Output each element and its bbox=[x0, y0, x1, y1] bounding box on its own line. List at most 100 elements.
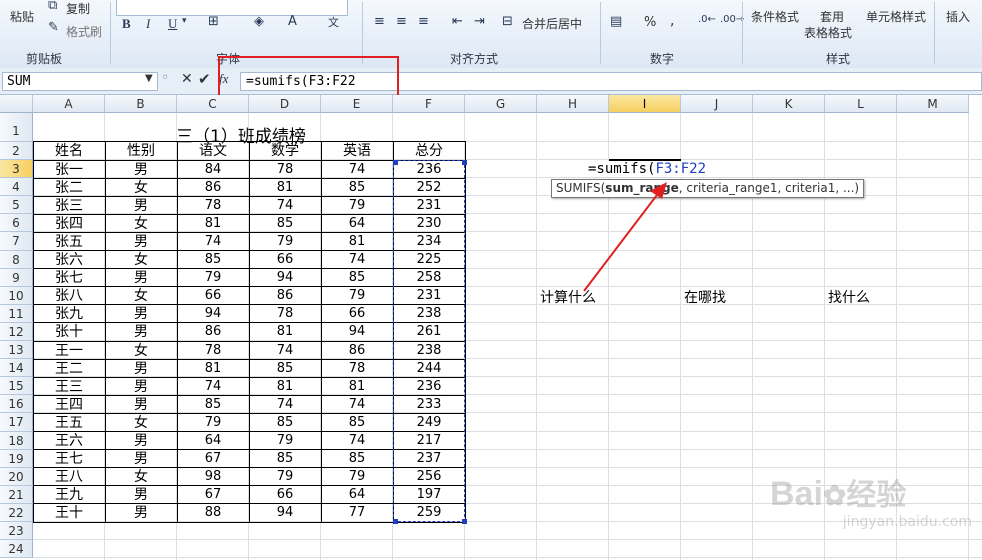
table-cell[interactable]: 男 bbox=[105, 360, 177, 378]
row-header-12[interactable]: 12 bbox=[0, 322, 33, 342]
table-cell[interactable]: 男 bbox=[105, 396, 177, 414]
table-cell[interactable]: 85 bbox=[249, 450, 321, 468]
phonetic-icon[interactable]: 文 bbox=[328, 14, 339, 30]
align-right-icon[interactable]: ≡ bbox=[418, 14, 429, 29]
enter-check-icon[interactable]: ✔ bbox=[198, 70, 211, 88]
paste-button[interactable]: 粘贴 bbox=[10, 8, 34, 25]
table-cell[interactable]: 王三 bbox=[33, 378, 105, 396]
bold-button[interactable]: B bbox=[122, 16, 131, 32]
table-cell[interactable]: 94 bbox=[249, 504, 321, 522]
table-cell[interactable]: 85 bbox=[321, 450, 393, 468]
table-cell[interactable]: 79 bbox=[249, 432, 321, 450]
row-header-1[interactable]: 1 bbox=[0, 113, 33, 142]
table-cell[interactable]: 女 bbox=[105, 215, 177, 233]
selection-handle[interactable] bbox=[393, 518, 398, 524]
insert-button[interactable]: 插入 bbox=[946, 8, 970, 25]
row-header-20[interactable]: 20 bbox=[0, 467, 33, 486]
row-header-16[interactable]: 16 bbox=[0, 395, 33, 414]
column-header-d[interactable]: D bbox=[249, 95, 321, 113]
table-cell[interactable]: 男 bbox=[105, 450, 177, 468]
table-cell[interactable]: 74 bbox=[177, 233, 249, 251]
cell-style-button[interactable]: 单元格样式 bbox=[866, 8, 926, 25]
table-header-cell[interactable]: 总分 bbox=[393, 142, 465, 160]
table-cell[interactable]: 81 bbox=[177, 360, 249, 378]
table-header-cell[interactable]: 语文 bbox=[177, 142, 249, 160]
table-cell[interactable]: 女 bbox=[105, 342, 177, 360]
column-header-b[interactable]: B bbox=[105, 95, 177, 113]
column-header-j[interactable]: J bbox=[681, 95, 753, 113]
column-header-e[interactable]: E bbox=[321, 95, 393, 113]
name-box[interactable]: SUM bbox=[2, 72, 158, 91]
table-cell[interactable]: 66 bbox=[249, 486, 321, 504]
row-header-3[interactable]: 3 bbox=[0, 160, 33, 179]
percent-button[interactable]: % bbox=[644, 15, 656, 30]
font-color-icon[interactable]: A bbox=[288, 14, 297, 29]
table-cell[interactable]: 74 bbox=[177, 378, 249, 396]
table-cell[interactable]: 81 bbox=[321, 378, 393, 396]
table-cell[interactable]: 张一 bbox=[33, 161, 105, 179]
merge-center-button[interactable]: 合并后居中 bbox=[522, 15, 582, 32]
table-cell[interactable]: 王七 bbox=[33, 450, 105, 468]
table-cell[interactable]: 79 bbox=[177, 414, 249, 432]
cancel-icon[interactable]: ✕ bbox=[181, 71, 193, 87]
row-header-10[interactable]: 10 bbox=[0, 286, 33, 305]
table-cell[interactable]: 81 bbox=[321, 233, 393, 251]
row-header-19[interactable]: 19 bbox=[0, 449, 33, 468]
table-cell[interactable]: 张十 bbox=[33, 323, 105, 341]
table-cell[interactable]: 女 bbox=[105, 287, 177, 305]
comma-button[interactable]: , bbox=[670, 13, 674, 29]
row-header-23[interactable]: 23 bbox=[0, 522, 33, 541]
table-cell[interactable]: 78 bbox=[177, 197, 249, 215]
table-cell[interactable]: 85 bbox=[321, 414, 393, 432]
column-header-h[interactable]: H bbox=[537, 95, 609, 113]
table-cell[interactable]: 86 bbox=[321, 342, 393, 360]
table-cell[interactable]: 王十 bbox=[33, 504, 105, 522]
table-cell[interactable]: 74 bbox=[321, 432, 393, 450]
table-cell[interactable]: 王二 bbox=[33, 360, 105, 378]
row-header-21[interactable]: 21 bbox=[0, 485, 33, 504]
table-cell[interactable]: 94 bbox=[177, 305, 249, 323]
selection-handle[interactable] bbox=[393, 159, 398, 165]
table-cell[interactable]: 85 bbox=[177, 251, 249, 269]
row-header-14[interactable]: 14 bbox=[0, 359, 33, 378]
table-cell[interactable]: 张八 bbox=[33, 287, 105, 305]
column-header-c[interactable]: C bbox=[177, 95, 249, 113]
table-cell[interactable]: 张九 bbox=[33, 305, 105, 323]
table-cell[interactable]: 王一 bbox=[33, 342, 105, 360]
row-header-17[interactable]: 17 bbox=[0, 413, 33, 432]
row-header-2[interactable]: 2 bbox=[0, 141, 33, 161]
increase-decimal-icon[interactable]: .0← bbox=[698, 14, 716, 25]
table-cell[interactable]: 81 bbox=[249, 378, 321, 396]
table-header-cell[interactable]: 英语 bbox=[321, 142, 393, 160]
table-cell[interactable]: 男 bbox=[105, 378, 177, 396]
table-cell[interactable]: 男 bbox=[105, 233, 177, 251]
table-cell[interactable]: 98 bbox=[177, 468, 249, 486]
table-cell[interactable]: 女 bbox=[105, 251, 177, 269]
table-cell[interactable]: 74 bbox=[321, 396, 393, 414]
column-header-m[interactable]: M bbox=[897, 95, 969, 113]
table-cell[interactable]: 86 bbox=[249, 287, 321, 305]
tooltip-current-arg[interactable]: sum_range bbox=[605, 181, 678, 195]
row-header-11[interactable]: 11 bbox=[0, 304, 33, 323]
table-cell[interactable]: 女 bbox=[105, 179, 177, 197]
table-cell[interactable]: 78 bbox=[177, 342, 249, 360]
selection-handle[interactable] bbox=[462, 518, 467, 524]
copy-button[interactable]: 复制 bbox=[66, 0, 90, 17]
row-header-4[interactable]: 4 bbox=[0, 178, 33, 197]
table-cell[interactable]: 94 bbox=[321, 323, 393, 341]
table-cell[interactable]: 张六 bbox=[33, 251, 105, 269]
table-cell[interactable]: 王四 bbox=[33, 396, 105, 414]
table-cell[interactable]: 66 bbox=[177, 287, 249, 305]
table-cell[interactable]: 85 bbox=[249, 360, 321, 378]
table-cell[interactable]: 64 bbox=[321, 486, 393, 504]
table-cell[interactable]: 张三 bbox=[33, 197, 105, 215]
table-cell[interactable]: 81 bbox=[249, 323, 321, 341]
selection-handle[interactable] bbox=[462, 159, 467, 165]
table-cell[interactable]: 79 bbox=[249, 233, 321, 251]
table-cell[interactable]: 77 bbox=[321, 504, 393, 522]
currency-icon[interactable]: ▤ bbox=[610, 14, 622, 29]
format-painter-button[interactable]: 格式刷 bbox=[66, 23, 102, 40]
table-cell[interactable]: 张二 bbox=[33, 179, 105, 197]
table-cell[interactable]: 66 bbox=[321, 305, 393, 323]
table-cell[interactable]: 男 bbox=[105, 161, 177, 179]
